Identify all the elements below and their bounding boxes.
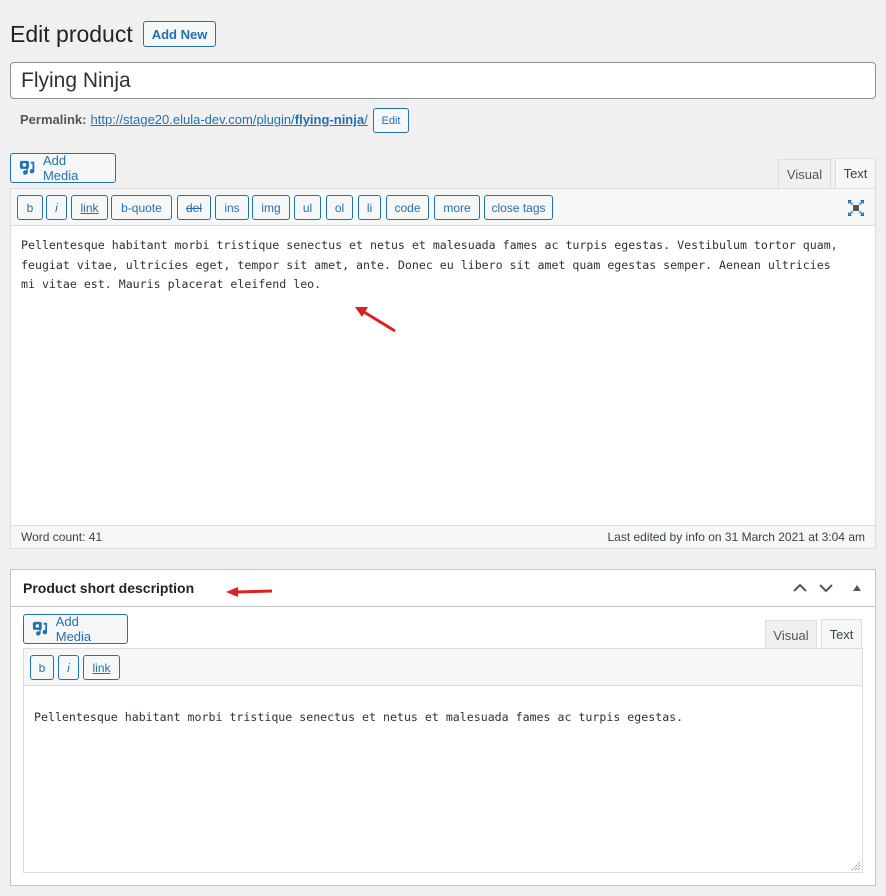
fullscreen-icon[interactable]	[847, 199, 865, 217]
main-editor-textarea[interactable]: Pellentesque habitant morbi tristique se…	[21, 236, 867, 295]
short-quicktags-toolbar: b i link	[24, 649, 862, 686]
permalink-label: Permalink:	[20, 112, 87, 127]
qt-code-button[interactable]: code	[386, 195, 429, 220]
qt-bquote-button[interactable]: b-quote	[111, 195, 172, 220]
move-up-button[interactable]	[790, 578, 810, 598]
permalink-url-suffix: /	[364, 112, 368, 127]
main-editor: b i link b-quote del ins img ul ol li co…	[10, 188, 876, 549]
short-add-media-button[interactable]: Add Media	[23, 614, 128, 644]
qt-del-button[interactable]: del	[177, 195, 211, 220]
tab-visual[interactable]: Visual	[778, 159, 831, 188]
short-tab-visual[interactable]: Visual	[765, 620, 817, 649]
resize-handle-icon[interactable]	[851, 861, 861, 871]
media-icon	[19, 160, 35, 175]
media-icon	[32, 621, 48, 636]
chevron-down-icon	[819, 584, 833, 593]
editor-status-bar: Word count: 41 Last edited by info on 31…	[11, 525, 875, 548]
word-count: Word count: 41	[21, 530, 103, 544]
permalink-url-base: http://stage20.elula-dev.com/plugin/	[90, 112, 295, 127]
permalink-url[interactable]: http://stage20.elula-dev.com/plugin/flyi…	[90, 111, 367, 129]
qt-more-button[interactable]: more	[434, 195, 480, 220]
postbox-header: Product short description	[11, 570, 875, 607]
qt-bold-button[interactable]: b	[30, 655, 54, 680]
page-title: Edit product	[10, 21, 133, 47]
annotation-arrow-icon	[226, 587, 273, 597]
qt-ins-button[interactable]: ins	[215, 195, 249, 220]
last-edited: Last edited by info on 31 March 2021 at …	[607, 530, 865, 544]
permalink-slug: flying-ninja	[294, 112, 365, 127]
qt-link-button[interactable]: link	[83, 655, 120, 680]
add-new-button[interactable]: Add New	[143, 21, 216, 47]
short-editor-textarea[interactable]: Pellentesque habitant morbi tristique se…	[34, 708, 854, 728]
annotation-arrow-icon	[355, 307, 396, 333]
add-media-label: Add Media	[55, 614, 92, 644]
add-media-button[interactable]: Add Media	[10, 153, 116, 183]
qt-img-button[interactable]: img	[252, 195, 290, 220]
qt-ul-button[interactable]: ul	[294, 195, 321, 220]
toggle-panel-button[interactable]	[847, 578, 867, 598]
edit-slug-button[interactable]: Edit	[373, 108, 409, 133]
short-tab-text[interactable]: Text	[821, 619, 862, 649]
product-title-input[interactable]	[10, 62, 876, 99]
quicktags-toolbar: b i link b-quote del ins img ul ol li co…	[11, 189, 875, 226]
chevron-up-icon	[793, 583, 807, 592]
permalink: Permalink: http://stage20.elula-dev.com/…	[20, 111, 368, 129]
qt-ol-button[interactable]: ol	[326, 195, 353, 220]
postbox-title: Product short description	[23, 580, 195, 596]
qt-li-button[interactable]: li	[358, 195, 381, 220]
qt-close-tags-button[interactable]: close tags	[484, 195, 553, 220]
short-description-postbox: Product short description Add Media Visu…	[10, 569, 876, 886]
short-editor: b i link Pellentesque habitant morbi tri…	[23, 648, 863, 873]
qt-italic-button[interactable]: i	[58, 655, 79, 680]
toggle-arrow-icon	[853, 585, 861, 591]
qt-link-button[interactable]: link	[71, 195, 108, 220]
qt-bold-button[interactable]: b	[17, 195, 43, 220]
qt-italic-button[interactable]: i	[46, 195, 67, 220]
add-media-label: Add Media	[42, 153, 79, 183]
tab-text[interactable]: Text	[835, 158, 876, 188]
move-down-button[interactable]	[816, 578, 836, 598]
